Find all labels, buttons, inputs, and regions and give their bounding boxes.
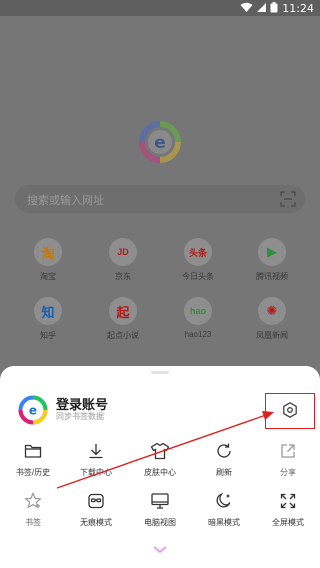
shortcut-toutiao[interactable]: 头条 今日头条 bbox=[166, 238, 230, 282]
shortcut-ifeng[interactable]: ✺ 凤凰新闻 bbox=[240, 297, 304, 341]
shortcut-qidian[interactable]: 起 起点小说 bbox=[91, 297, 155, 341]
account-logo-icon[interactable]: e bbox=[18, 395, 48, 425]
hao123-icon: hao bbox=[184, 297, 212, 325]
shortcut-label: 起点小说 bbox=[107, 331, 139, 340]
menu-label: 电脑视图 bbox=[144, 518, 176, 527]
wifi-icon bbox=[240, 2, 253, 12]
settings-button[interactable] bbox=[278, 398, 302, 422]
refresh-icon bbox=[217, 443, 231, 458]
menu-label: 分享 bbox=[280, 468, 296, 477]
menu-label: 刷新 bbox=[216, 468, 232, 477]
shortcut-taobao[interactable]: 淘 淘宝 bbox=[16, 238, 80, 282]
search-placeholder: 搜索或输入网址 bbox=[27, 195, 104, 207]
menu-dark-mode[interactable]: 暗黑模式 bbox=[192, 490, 256, 528]
shortcut-label: hao123 bbox=[184, 330, 212, 339]
shortcut-jd[interactable]: JD 京东 bbox=[91, 238, 155, 282]
tencent-video-icon: ▶ bbox=[258, 238, 286, 266]
svg-text:e: e bbox=[154, 133, 166, 153]
fullscreen-icon bbox=[280, 493, 296, 509]
jd-icon: JD bbox=[109, 238, 137, 266]
menu-desktop-view[interactable]: 电脑视图 bbox=[128, 490, 192, 528]
star-icon bbox=[24, 492, 42, 509]
shirt-icon bbox=[150, 442, 170, 460]
shortcut-zhihu[interactable]: 知 知乎 bbox=[16, 297, 80, 341]
desktop-icon bbox=[151, 493, 169, 509]
menu-label: 下载中心 bbox=[80, 468, 112, 477]
menu-download-center[interactable]: 下载中心 bbox=[64, 440, 128, 478]
share-icon bbox=[281, 444, 295, 458]
menu-label: 皮肤中心 bbox=[144, 468, 176, 477]
shortcut-tencent-video[interactable]: ▶ 腾讯视频 bbox=[240, 238, 304, 282]
scan-icon[interactable] bbox=[280, 191, 296, 207]
menu-bookmarks-history[interactable]: 书签/历史 bbox=[1, 440, 65, 478]
menu-label: 书签 bbox=[25, 518, 41, 527]
menu-bottom-sheet: e 登录账号 同步书签数据 书签/历史 下载中心 皮肤中心 刷新 分享 书签 无… bbox=[0, 366, 320, 568]
menu-label: 书签/历史 bbox=[15, 468, 51, 477]
search-input[interactable]: 搜索或输入网址 bbox=[15, 185, 305, 213]
menu-incognito-mode[interactable]: 无痕模式 bbox=[64, 490, 128, 528]
status-bar: 11:24 bbox=[0, 0, 320, 16]
status-time: 11:24 bbox=[282, 2, 314, 15]
shortcut-label: 今日头条 bbox=[182, 272, 214, 281]
incognito-icon bbox=[88, 493, 104, 509]
shortcut-hao123[interactable]: hao hao123 bbox=[166, 297, 230, 339]
shortcut-label: 知乎 bbox=[40, 331, 56, 340]
shortcut-label: 淘宝 bbox=[40, 272, 56, 281]
settings-hexagon-icon bbox=[283, 402, 297, 418]
ifeng-icon: ✺ bbox=[258, 297, 286, 325]
battery-icon bbox=[270, 2, 278, 13]
menu-label: 无痕模式 bbox=[80, 518, 112, 527]
menu-refresh[interactable]: 刷新 bbox=[192, 440, 256, 478]
moon-icon bbox=[216, 492, 231, 508]
taobao-icon: 淘 bbox=[34, 238, 62, 266]
svg-text:e: e bbox=[29, 404, 37, 418]
shortcut-label: 腾讯视频 bbox=[256, 272, 288, 281]
sheet-drag-handle[interactable] bbox=[151, 371, 169, 374]
status-icons bbox=[240, 2, 278, 13]
chevron-down-icon[interactable] bbox=[150, 544, 170, 556]
shortcut-label: 京东 bbox=[115, 272, 131, 281]
menu-label: 全屏模式 bbox=[272, 518, 304, 527]
shortcut-label: 凤凰新闻 bbox=[256, 331, 288, 340]
toutiao-icon: 头条 bbox=[184, 238, 212, 266]
qidian-icon: 起 bbox=[109, 297, 137, 325]
menu-add-bookmark[interactable]: 书签 bbox=[1, 490, 65, 528]
zhihu-icon: 知 bbox=[34, 297, 62, 325]
browser-logo: e bbox=[139, 121, 181, 163]
signal-icon bbox=[257, 3, 266, 12]
folder-icon bbox=[24, 444, 42, 458]
menu-fullscreen-mode[interactable]: 全屏模式 bbox=[256, 490, 320, 528]
menu-share[interactable]: 分享 bbox=[256, 440, 320, 478]
menu-label: 暗黑模式 bbox=[208, 518, 240, 527]
menu-skin-center[interactable]: 皮肤中心 bbox=[128, 440, 192, 478]
download-icon bbox=[89, 444, 103, 459]
sync-bookmarks-subtitle: 同步书签数据 bbox=[56, 412, 104, 421]
